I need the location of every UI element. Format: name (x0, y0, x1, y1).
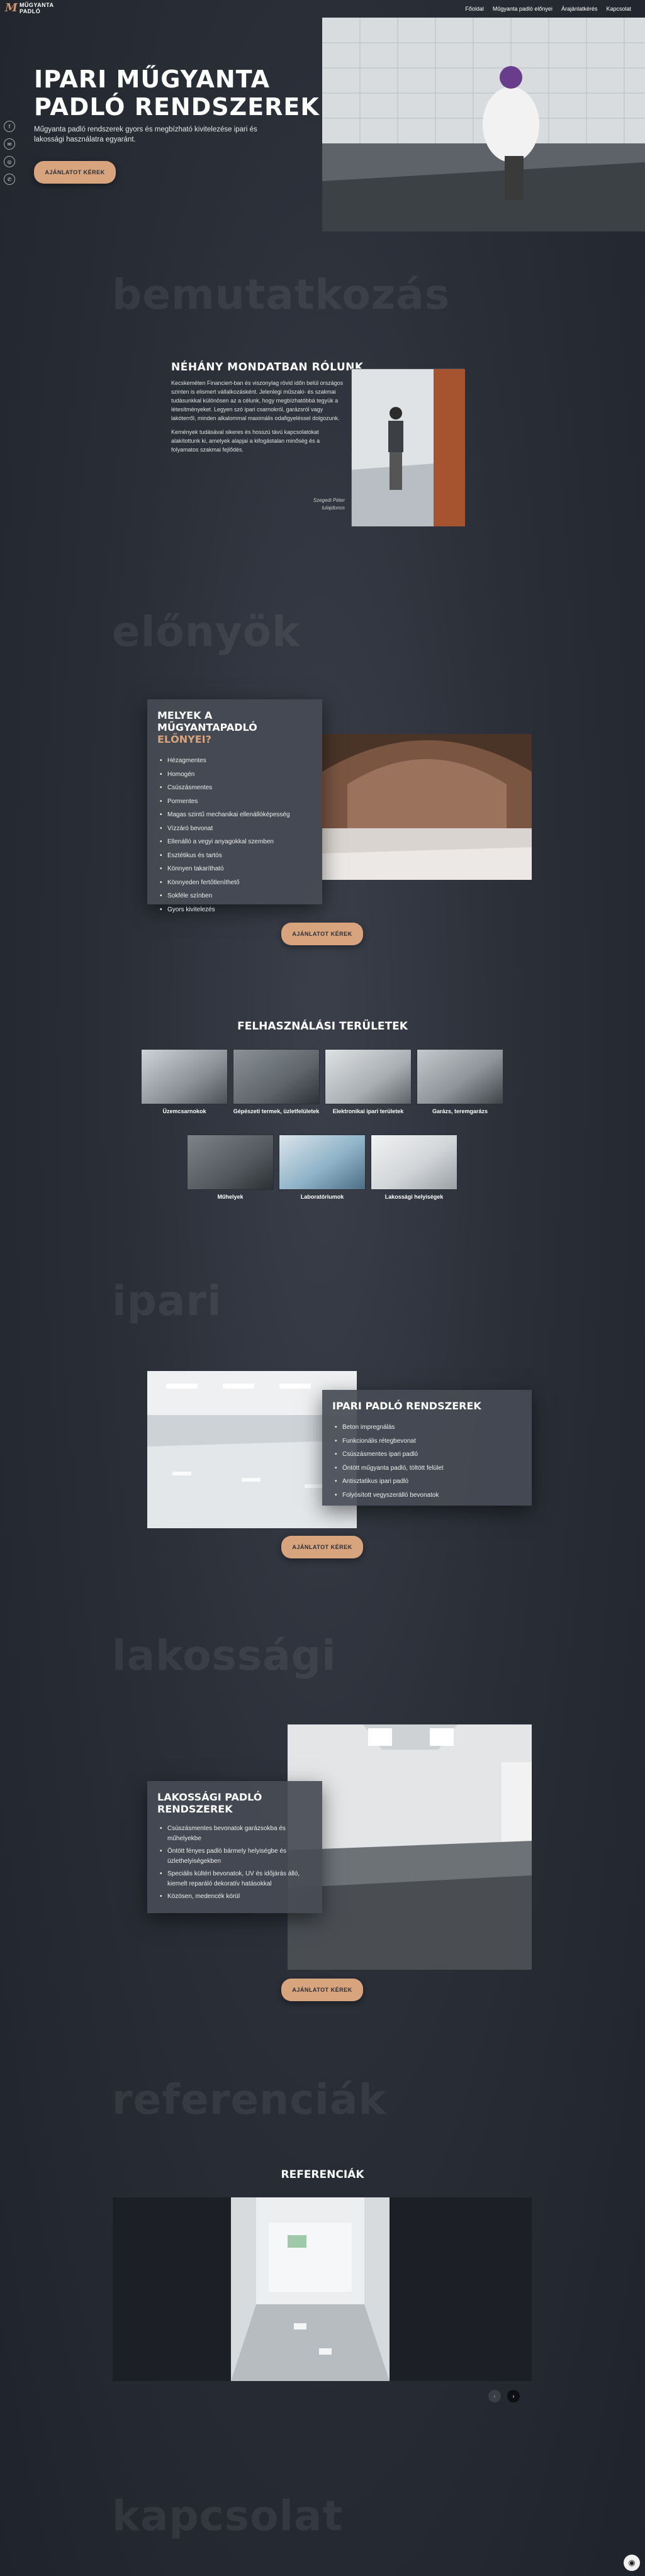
about-signature: Szegedi Péter tulajdonos (171, 497, 345, 512)
area-card[interactable]: Üzemcsarnokok (141, 1049, 228, 1115)
hero-quote-button[interactable]: AJÁNLATOT KÉREK (34, 161, 116, 184)
reference-image[interactable] (231, 2197, 390, 2381)
list-item: Esztétikus és tartós (157, 849, 312, 863)
residential-watermark: lakossági (112, 1631, 337, 1680)
signature-role: tulajdonos (322, 505, 345, 511)
chat-icon[interactable]: ◉ (624, 2555, 640, 2571)
area-card[interactable]: Elektronikai ipari területek (325, 1049, 412, 1115)
area-image (371, 1135, 457, 1190)
logo[interactable]: M MŰGYANTA PADLÓ (5, 2, 53, 14)
about-watermark: bemutatkozás (112, 270, 451, 319)
area-image (417, 1049, 503, 1104)
advantages-list: Hézagmentes Homogén Csúszásmentes Pormen… (157, 754, 312, 916)
about-text: Kecskeméten Financiert-ban és viszonylag… (171, 379, 345, 459)
area-image (141, 1049, 228, 1104)
area-label: Lakossági helyiségek (384, 1194, 444, 1200)
area-label: Laboratóriumok (300, 1194, 344, 1200)
nav-contact[interactable]: Kapcsolat (606, 6, 631, 12)
list-item: Csúszásmentes ipari padló (332, 1448, 522, 1462)
main-nav: Főoldal Műgyanta padló előnyei Árajánlat… (465, 6, 631, 12)
list-item: Közösen, medencék körül (157, 1892, 312, 1902)
industrial-list: Beton impregnálás Funkcionális rétegbevo… (332, 1421, 522, 1502)
logo-mark: M (5, 1, 18, 14)
list-item: Vízzáró bevonat (157, 822, 312, 836)
industrial-card: IPARI PADLÓ RENDSZEREK Beton impregnálás… (322, 1390, 532, 1506)
list-item: Öntött műgyanta padló, töltött felület (332, 1462, 522, 1475)
residential-card: LAKOSSÁGI PADLÓ RENDSZEREK Csúszásmentes… (147, 1781, 322, 1913)
hero-subtitle: Műgyanta padló rendszerek gyors és megbí… (34, 126, 257, 143)
area-card[interactable]: Gépészeti termek, üzletfelületek (233, 1049, 320, 1115)
industrial-title: IPARI PADLÓ RENDSZEREK (332, 1400, 481, 1412)
list-item: Magas szintű mechanikai ellenállóképessé… (157, 808, 312, 822)
list-item: Pormentes (157, 795, 312, 809)
hero-title-line-1: IPARI MŰGYANTA (34, 65, 271, 93)
nav-home[interactable]: Főoldal (465, 6, 484, 12)
list-item: Hézagmentes (157, 754, 312, 768)
area-card[interactable]: Lakossági helyiségek (371, 1135, 457, 1201)
facebook-icon[interactable]: f (4, 121, 15, 132)
list-item: Antisztatikus ipari padló (332, 1475, 522, 1489)
signature-name: Szegedi Péter (313, 497, 345, 503)
about-image (351, 369, 465, 526)
logo-line-1: MŰGYANTA (19, 2, 54, 8)
advantages-image (322, 734, 532, 880)
nav-quote[interactable]: Árajánlatkérés (561, 6, 598, 12)
list-item: Gyors kivitelezés (157, 903, 312, 917)
list-item: Csúszásmentes bevonatok garázsokba és mű… (157, 1824, 312, 1844)
residential-list: Csúszásmentes bevonatok garázsokba és mű… (157, 1824, 312, 1902)
phone-icon[interactable]: ✆ (4, 174, 15, 185)
residential-quote-button[interactable]: AJÁNLATOT KÉREK (281, 1979, 363, 2001)
area-label: Műhelyek (217, 1194, 244, 1200)
advantages-watermark: előnyök (112, 608, 300, 656)
contact-watermark: kapcsolat (112, 2492, 344, 2540)
residential-title: LAKOSSÁGI PADLÓ RENDSZEREK (157, 1791, 262, 1815)
about-title: NÉHÁNY MONDATBAN RÓLUNK (171, 361, 364, 374)
list-item: Funkcionális rétegbevonat (332, 1435, 522, 1448)
area-label: Elektronikai ipari területek (332, 1108, 404, 1114)
area-label: Gépészeti termek, üzletfelületek (233, 1108, 320, 1114)
residential-image (288, 1724, 532, 1970)
industrial-quote-button[interactable]: AJÁNLATOT KÉREK (281, 1536, 363, 1558)
advantages-quote-button[interactable]: AJÁNLATOT KÉREK (281, 923, 363, 945)
area-image (187, 1135, 274, 1190)
email-icon[interactable]: ✉ (4, 138, 15, 150)
list-item: Ellenálló a vegyi anyagokkal szemben (157, 835, 312, 849)
advantages-title: MELYEK A MŰGYANTAPADLÓ ELŐNYEI? (157, 709, 312, 745)
area-label: Üzemcsarnokok (162, 1108, 206, 1114)
about-paragraph-2: Kemények tudásával sikeres és hosszú táv… (171, 429, 320, 453)
advantages-card: MELYEK A MŰGYANTAPADLÓ ELŐNYEI? Hézagmen… (147, 699, 322, 916)
area-card[interactable]: Garázs, teremgarázs (417, 1049, 503, 1115)
list-item: Homogén (157, 768, 312, 782)
industrial-watermark: ipari (112, 1277, 222, 1325)
instagram-icon[interactable]: ◎ (4, 156, 15, 167)
references-title: REFERENCIÁK (281, 2168, 364, 2181)
hero-title: IPARI MŰGYANTA PADLÓ RENDSZEREK (34, 65, 320, 121)
references-watermark: referenciák (112, 2075, 387, 2124)
hero-title-line-2: PADLÓ RENDSZEREK (34, 93, 320, 121)
area-label: Garázs, teremgarázs (432, 1108, 488, 1114)
about-paragraph-1: Kecskeméten Financiert-ban és viszonylag… (171, 380, 344, 421)
list-item: Speciális kültéri bevonatok, UV és időjá… (157, 1869, 312, 1889)
logo-text: MŰGYANTA PADLÓ (20, 2, 54, 14)
carousel-next-button[interactable]: › (507, 2390, 520, 2402)
list-item: Csúszásmentes (157, 781, 312, 795)
carousel-prev-button[interactable]: ‹ (488, 2390, 501, 2402)
advantages-title-main: MELYEK A MŰGYANTAPADLÓ (157, 709, 257, 733)
hero-image (322, 18, 645, 231)
areas-title: FELHASZNÁLÁSI TERÜLETEK (237, 1020, 408, 1033)
list-item: Öntött fényes padló bármely helyiségbe é… (157, 1846, 312, 1867)
advantages-title-accent: ELŐNYEI? (157, 733, 211, 745)
list-item: Könnyen takarítható (157, 862, 312, 876)
list-item: Beton impregnálás (332, 1421, 522, 1435)
area-card[interactable]: Laboratóriumok (279, 1135, 366, 1201)
list-item: Könnyeden fertőtleníthető (157, 876, 312, 890)
area-image (325, 1049, 412, 1104)
area-image (279, 1135, 366, 1190)
nav-advantages[interactable]: Műgyanta padló előnyei (493, 6, 552, 12)
area-card[interactable]: Műhelyek (187, 1135, 274, 1201)
logo-line-2: PADLÓ (19, 8, 41, 14)
area-image (233, 1049, 320, 1104)
list-item: Folyósított vegyszerálló bevonatok (332, 1489, 522, 1502)
list-item: Sokféle színben (157, 889, 312, 903)
